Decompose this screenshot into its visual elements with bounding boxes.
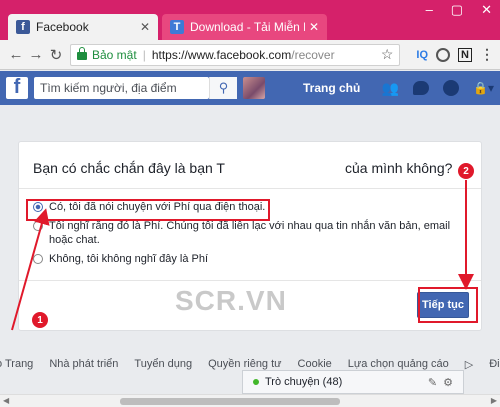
privacy-lock-icon[interactable]: 🔒▾ [473, 81, 494, 95]
tab-title: Facebook [36, 20, 89, 34]
radio-button[interactable] [33, 254, 43, 264]
forward-icon[interactable]: → [26, 46, 46, 63]
search-input[interactable]: Tìm kiếm người, địa điểm [34, 77, 209, 99]
footer-link[interactable]: Tuyển dụng [134, 358, 192, 370]
search-icon[interactable]: ⚲ [209, 77, 237, 99]
url-host: https://www.facebook.com [151, 47, 292, 62]
maximize-icon[interactable]: ▢ [451, 2, 463, 18]
option-text-message[interactable]: Tôi nghĩ rằng đó là Phí. Chúng tôi đã li… [33, 219, 473, 247]
step-badge-2: 2 [458, 163, 474, 179]
divider [19, 280, 481, 281]
menu-dots-icon[interactable]: ⋮ [480, 46, 494, 63]
dialog-title-suffix: của mình không? [344, 160, 453, 176]
window-controls: – ▢ ✕ [426, 2, 492, 18]
chat-label: Trò chuyện (48) [265, 376, 343, 388]
n-extension-icon[interactable]: N [458, 47, 472, 62]
search-placeholder: Tìm kiếm người, địa điểm [40, 81, 177, 95]
address-bar[interactable]: Bảo mật | https://www.facebook.com/recov… [70, 43, 401, 66]
horizontal-scrollbar[interactable]: ◀ ▶ [0, 394, 500, 407]
footer-link[interactable]: o Trang [0, 358, 33, 370]
tab-download[interactable]: T Download - Tải Miễn Phí ✕ [162, 14, 327, 40]
close-window-icon[interactable]: ✕ [481, 2, 492, 18]
bookmark-star-icon[interactable]: ☆ [381, 46, 394, 63]
button-highlight-box [418, 287, 478, 323]
dialog-title-prefix: Bạn có chắc chắn đây là bạn T [33, 160, 225, 176]
footer-link[interactable]: Lựa chọn quảng cáo [348, 358, 449, 370]
watermark: SCR.VN [175, 285, 287, 316]
dialog-title: Bạn có chắc chắn đây là bạn T của mình kh… [33, 160, 452, 176]
close-tab-icon[interactable]: ✕ [140, 20, 150, 34]
notifications-globe-icon[interactable] [443, 80, 460, 96]
option-label: Tôi nghĩ rằng đó là Phí. Chúng tôi đã li… [49, 220, 451, 246]
footer-link[interactable]: Cookie [298, 358, 332, 370]
browser-toolbar: ← → ↻ Bảo mật | https://www.facebook.com… [0, 40, 500, 70]
back-icon[interactable]: ← [6, 46, 26, 63]
chat-bar[interactable]: Trò chuyện (48) ✎ ⚙ [242, 370, 464, 394]
facebook-top-bar: f Tìm kiếm người, địa điểm ⚲ Trang chủ 👥… [0, 71, 500, 105]
secure-label: Bảo mật [92, 47, 137, 62]
tab-title: Download - Tải Miễn Phí [190, 20, 305, 34]
step-badge-1: 1 [32, 312, 48, 328]
scroll-left-icon[interactable]: ◀ [3, 396, 9, 405]
scroll-right-icon[interactable]: ▶ [491, 396, 497, 405]
browser-tab-bar: f Facebook ✕ T Download - Tải Miễn Phí ✕… [0, 0, 500, 40]
url-path: /recover [291, 47, 335, 62]
scroll-thumb[interactable] [120, 398, 340, 405]
minimize-icon[interactable]: – [426, 2, 433, 18]
radio-button[interactable] [33, 221, 43, 231]
option-highlight-box [26, 199, 270, 221]
option-label: Không, tôi không nghĩ đây là Phí [49, 253, 209, 265]
facebook-icon-group: 👥 🔒▾ [382, 80, 494, 97]
reload-icon[interactable]: ↻ [46, 46, 66, 64]
adchoices-icon: ▷ [464, 358, 474, 371]
download-favicon-icon: T [170, 20, 184, 34]
lock-icon [77, 47, 87, 60]
tab-facebook[interactable]: f Facebook ✕ [8, 14, 158, 40]
online-dot-icon [253, 379, 259, 385]
chat-actions: ✎ ⚙ [428, 376, 453, 389]
footer-link[interactable]: Quyền riêng tư [208, 358, 281, 370]
option-not-this-person[interactable]: Không, tôi không nghĩ đây là Phí [33, 252, 473, 266]
iq-extension-icon[interactable]: IQ [416, 49, 428, 61]
facebook-favicon-icon: f [16, 20, 30, 34]
home-link[interactable]: Trang chủ [303, 81, 360, 95]
url-text: https://www.facebook.com/recover [152, 48, 335, 62]
messenger-icon[interactable] [413, 81, 430, 95]
footer-link[interactable]: Nhà phát triển [49, 358, 118, 370]
separator: | [142, 47, 146, 62]
facebook-logo-icon[interactable]: f [6, 76, 28, 99]
avatar[interactable] [243, 77, 265, 99]
footer-link[interactable]: Điều k [489, 358, 500, 370]
settings-gear-icon[interactable]: ⚙ [443, 376, 453, 389]
ring-extension-icon[interactable] [436, 47, 451, 62]
friends-icon[interactable]: 👥 [382, 80, 399, 97]
divider [19, 188, 481, 189]
compose-icon[interactable]: ✎ [428, 376, 437, 389]
close-tab-icon[interactable]: ✕ [309, 20, 319, 34]
